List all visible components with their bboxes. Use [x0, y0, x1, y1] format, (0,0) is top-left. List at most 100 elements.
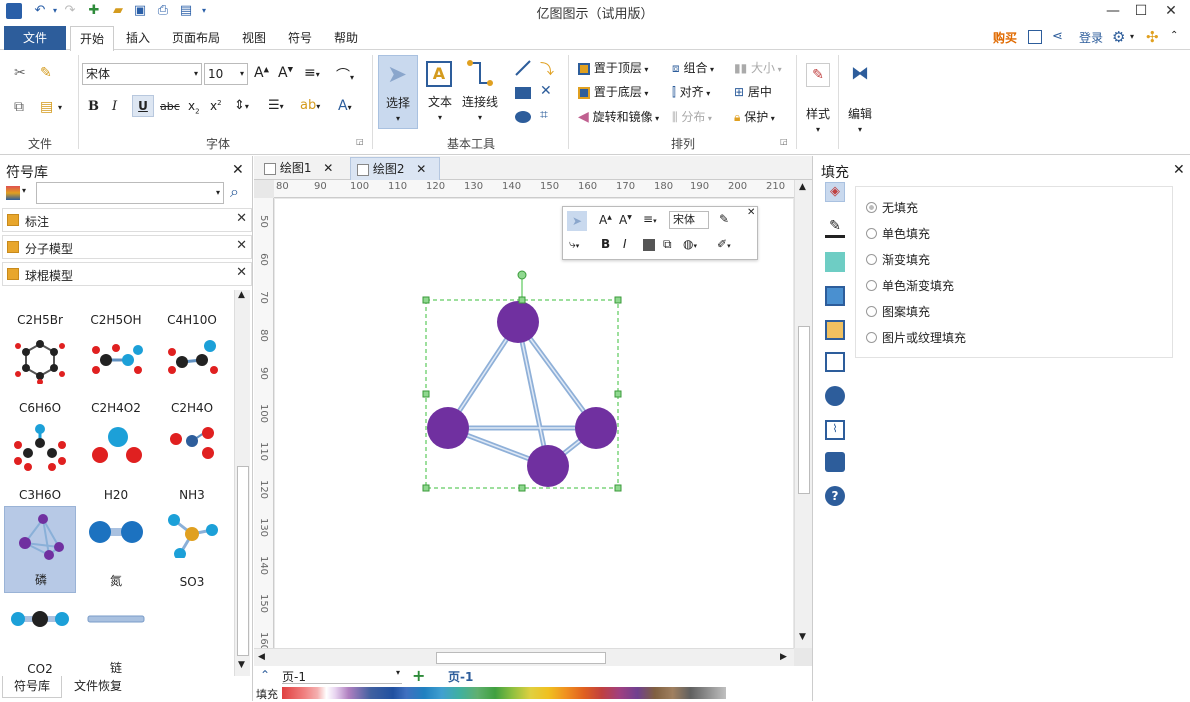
scroll-up-icon[interactable]: ▲ — [238, 290, 245, 300]
symbol-c2h5br[interactable]: C2H5Br — [4, 288, 76, 331]
underline-icon[interactable]: U — [132, 95, 154, 117]
minimize-button[interactable]: — — [1098, 0, 1128, 22]
scroll-left-icon[interactable]: ◀ — [258, 652, 265, 662]
subscript-icon[interactable]: x2 — [188, 99, 200, 115]
page-tab-1[interactable]: 页-1 — [448, 668, 473, 685]
close-icon[interactable]: ✕ — [416, 162, 426, 176]
document-icon[interactable] — [825, 352, 845, 372]
close-icon[interactable]: ✕ — [236, 211, 247, 226]
chevron-down-icon[interactable]: ▾ — [22, 186, 26, 195]
fill-option-picture-texture[interactable]: 图片或纹理填充 — [866, 329, 966, 346]
tab-symbol-library[interactable]: 符号库 — [2, 676, 62, 698]
shadow-color-icon[interactable] — [825, 252, 845, 272]
rotate-mirror-button[interactable]: ◀ 旋转和镜像 ▾ — [578, 108, 659, 128]
edit-button[interactable]: ⧓ 编辑 ▾ — [842, 55, 878, 141]
symbol-c6h6o[interactable]: C6H6O — [4, 332, 76, 419]
highlight-icon[interactable]: ab▾ — [300, 98, 320, 113]
comment-icon[interactable] — [825, 452, 845, 472]
increase-font-icon[interactable]: A▲ — [599, 213, 612, 227]
fill-option-solid-gradient[interactable]: 单色渐变填充 — [866, 277, 954, 294]
select-cursor-icon[interactable]: ➤ — [567, 211, 587, 231]
symbol-c3h6o[interactable]: C3H6O — [4, 419, 76, 506]
page-select[interactable]: 页-1 ▾ — [282, 668, 402, 684]
library-menu-icon[interactable] — [6, 186, 20, 200]
rectangle-tool-icon[interactable] — [515, 87, 531, 99]
symbol-c2h4o[interactable]: C2H4O — [156, 332, 228, 419]
search-icon[interactable]: ⌕ — [230, 182, 239, 202]
bullets-icon[interactable]: ☰▾ — [268, 98, 284, 113]
format-painter-icon[interactable]: ✎ — [40, 65, 52, 81]
ellipse-tool-icon[interactable] — [515, 111, 531, 123]
text-align-icon[interactable]: ≡▾ — [643, 212, 657, 226]
close-icon[interactable]: ✕ — [232, 162, 244, 178]
menu-help[interactable]: 帮助 — [326, 26, 366, 50]
settings-dropdown-icon[interactable]: ▾ — [1130, 32, 1134, 41]
close-button[interactable]: ✕ — [1156, 0, 1186, 22]
connector-icon[interactable]: ⤷▾ — [569, 237, 579, 252]
rotate-handle[interactable] — [517, 270, 527, 280]
crop-icon[interactable]: ⌗ — [540, 107, 548, 123]
text-arc-icon[interactable]: ⌒▾ — [336, 65, 354, 85]
color-palette[interactable] — [282, 687, 726, 699]
menu-file[interactable]: 文件 — [4, 26, 66, 50]
fill-option-pattern[interactable]: 图案填充 — [866, 303, 930, 320]
fill-option-gradient[interactable]: 渐变填充 — [866, 251, 930, 268]
library-category-ball-stick[interactable]: 球棍模型 ✕ — [2, 262, 252, 286]
format-painter-icon[interactable]: ✎ — [719, 212, 729, 226]
distribute-button[interactable]: ⫼ 分布 ▾ — [672, 108, 712, 128]
scroll-down-icon[interactable]: ▼ — [799, 632, 806, 642]
close-icon[interactable]: ✕ — [323, 161, 333, 175]
symbol-phosphorus-selected[interactable]: 磷 — [4, 506, 76, 593]
align-button[interactable]: ⫿ 对齐 ▾ — [672, 83, 710, 103]
scroll-down-icon[interactable]: ▼ — [238, 660, 245, 670]
share-icon[interactable]: ⋖ — [1052, 29, 1063, 44]
paste-icon[interactable]: ▤ — [40, 99, 53, 115]
settings-gear-icon[interactable]: ⚙ — [1112, 28, 1125, 46]
buy-link[interactable]: 购买 — [988, 26, 1022, 50]
group-button[interactable]: ⧈ 组合 ▾ — [672, 59, 714, 79]
strikethrough-icon[interactable]: abc — [160, 100, 180, 113]
phosphorus-molecule-shape[interactable] — [414, 268, 624, 496]
line-tool-icon[interactable] — [514, 59, 532, 77]
arc-tool-icon[interactable]: ⤵ — [540, 59, 554, 79]
cut-icon[interactable]: ✂ — [14, 65, 26, 81]
scroll-thumb[interactable] — [436, 652, 606, 664]
ribbon-collapse-icon[interactable]: ⌃ — [1170, 30, 1178, 41]
line-style-icon[interactable]: ✐▾ — [717, 237, 731, 251]
scroll-right-icon[interactable]: ▶ — [780, 652, 787, 662]
fill-color-icon[interactable] — [643, 239, 655, 251]
menu-home[interactable]: 开始 — [70, 26, 114, 51]
cross-point-icon[interactable]: ✕ — [540, 83, 552, 99]
text-tool-button[interactable]: A 文本 ▾ — [420, 55, 460, 129]
mini-font-select[interactable]: 宋体 — [669, 211, 709, 229]
collapse-pages-icon[interactable]: ⌃ — [260, 668, 270, 682]
add-page-icon[interactable]: + — [412, 666, 425, 685]
bring-to-front-button[interactable]: 置于顶层 ▾ — [578, 59, 648, 79]
select-tool-button[interactable]: ➤ 选择 ▾ — [378, 55, 418, 129]
close-icon[interactable]: ✕ — [236, 238, 247, 253]
globe-icon[interactable] — [825, 386, 845, 406]
tab-file-recovery[interactable]: 文件恢复 — [66, 676, 130, 698]
italic-icon[interactable]: I — [112, 99, 117, 114]
shadow-icon[interactable]: ⧉ — [663, 237, 672, 252]
canvas-vertical-scrollbar[interactable]: ▲ ▼ — [794, 180, 812, 648]
italic-icon[interactable]: I — [623, 237, 627, 251]
help-icon[interactable]: ? — [825, 486, 845, 506]
maximize-button[interactable]: ☐ — [1126, 0, 1156, 22]
line-color-icon[interactable]: ◍▾ — [683, 237, 697, 251]
menu-page-layout[interactable]: 页面布局 — [166, 26, 226, 50]
menu-insert[interactable]: 插入 — [118, 26, 158, 50]
style-button[interactable]: ✎ 样式 ▾ — [800, 55, 836, 141]
connector-tool-button[interactable]: 连接线 ▾ — [460, 55, 500, 129]
menu-symbol[interactable]: 符号 — [280, 26, 320, 50]
symbol-nh3[interactable]: NH3 — [156, 419, 228, 506]
close-icon[interactable]: ✕ — [1173, 162, 1185, 178]
library-scrollbar[interactable]: ▲ ▼ — [234, 290, 250, 676]
menu-view[interactable]: 视图 — [234, 26, 274, 50]
fill-option-solid[interactable]: 单色填充 — [866, 225, 930, 242]
fill-bucket-icon[interactable]: ◈ — [825, 182, 845, 202]
attachment-icon[interactable]: ⌇ — [825, 420, 845, 440]
symbol-c2h4o2[interactable]: C2H4O2 — [80, 332, 152, 419]
bold-icon[interactable]: B — [88, 99, 99, 114]
symbol-nitrogen[interactable]: 氮 — [80, 506, 152, 593]
